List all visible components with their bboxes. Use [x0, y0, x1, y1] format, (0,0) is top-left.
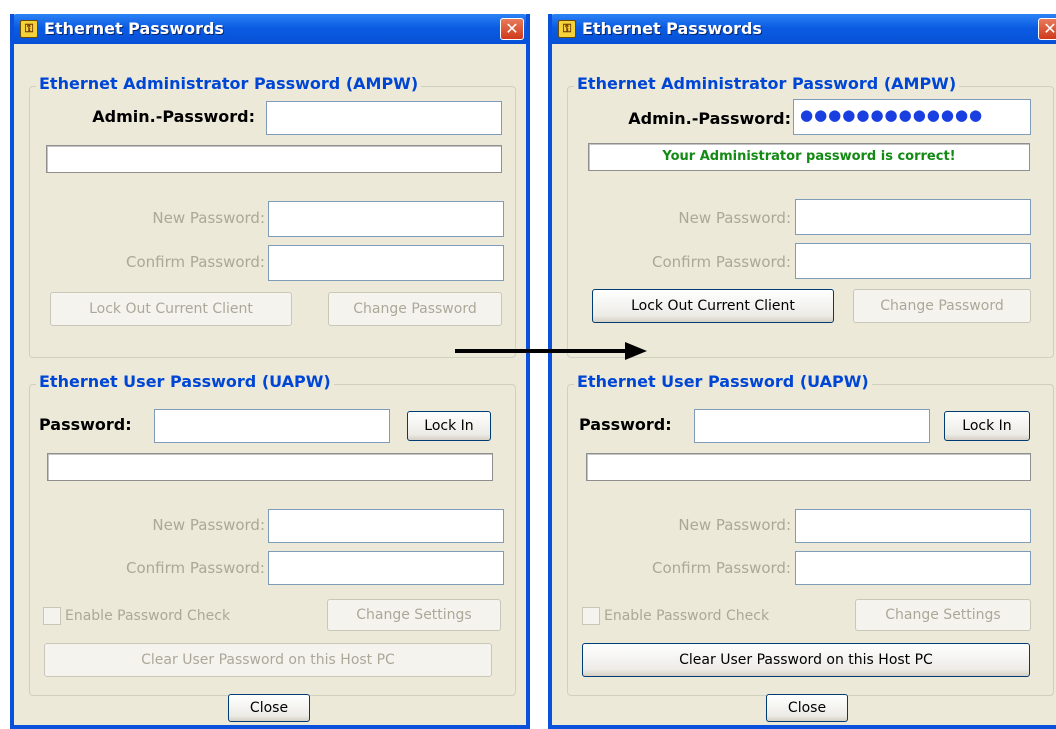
- clear-user-password-button: Clear User Password on this Host PC: [44, 643, 492, 677]
- enable-password-check-label: Enable Password Check: [65, 608, 231, 624]
- user-password-input[interactable]: [694, 409, 930, 443]
- admin-password-input[interactable]: ●●●●●●●●●●●●●: [793, 99, 1031, 135]
- user-password-group: Ethernet User Password (UAPW) Password: …: [567, 372, 1054, 696]
- user-password-label: Password:: [579, 415, 672, 434]
- title-bar[interactable]: ⚿ Ethernet Passwords ✕: [552, 14, 1056, 44]
- user-confirm-password-input: [795, 551, 1031, 585]
- user-status-field: [47, 453, 493, 481]
- enable-password-check-checkbox: [43, 607, 61, 625]
- lock-out-current-client-button[interactable]: Lock Out Current Client: [592, 289, 834, 323]
- change-settings-button: Change Settings: [327, 599, 501, 631]
- window-title: Ethernet Passwords: [44, 19, 224, 38]
- device-app-icon: ⚿: [558, 20, 576, 38]
- user-status-field: [586, 453, 1031, 481]
- admin-new-password-input: [268, 201, 504, 237]
- admin-confirm-password-input: [795, 243, 1031, 279]
- admin-confirm-password-label: Confirm Password:: [651, 253, 791, 271]
- admin-password-label: Admin.-Password:: [92, 107, 255, 126]
- window-title: Ethernet Passwords: [582, 19, 762, 38]
- user-new-password-label: New Password:: [678, 516, 791, 534]
- change-settings-button: Change Settings: [855, 599, 1031, 631]
- close-button[interactable]: Close: [228, 694, 310, 722]
- transition-arrow-line: [455, 349, 627, 353]
- ethernet-passwords-window-after: ⚿ Ethernet Passwords ✕ Ethernet Administ…: [548, 14, 1056, 729]
- transition-arrow-head-icon: [625, 342, 647, 360]
- admin-password-input[interactable]: [266, 101, 502, 135]
- user-new-password-input: [795, 509, 1031, 543]
- admin-confirm-password-input: [268, 245, 504, 281]
- admin-group-title: Ethernet Administrator Password (AMPW): [36, 74, 422, 93]
- admin-password-label: Admin.-Password:: [628, 109, 791, 128]
- enable-password-check-label: Enable Password Check: [604, 608, 770, 624]
- lock-out-current-client-button: Lock Out Current Client: [50, 292, 292, 326]
- enable-password-check-checkbox: [582, 607, 600, 625]
- title-bar[interactable]: ⚿ Ethernet Passwords ✕: [14, 14, 526, 44]
- change-password-button: Change Password: [853, 289, 1031, 323]
- admin-group-title: Ethernet Administrator Password (AMPW): [574, 74, 960, 93]
- admin-new-password-label: New Password:: [152, 209, 265, 227]
- admin-password-group: Ethernet Administrator Password (AMPW) A…: [29, 74, 516, 358]
- close-icon[interactable]: ✕: [500, 18, 524, 40]
- admin-status-field: Your Administrator password is correct!: [588, 143, 1030, 171]
- user-group-title: Ethernet User Password (UAPW): [36, 372, 334, 391]
- admin-new-password-label: New Password:: [678, 209, 791, 227]
- clear-user-password-button[interactable]: Clear User Password on this Host PC: [582, 643, 1030, 677]
- user-confirm-password-label: Confirm Password:: [651, 559, 791, 577]
- lock-in-button[interactable]: Lock In: [944, 411, 1030, 441]
- user-confirm-password-label: Confirm Password:: [125, 559, 265, 577]
- user-password-group: Ethernet User Password (UAPW) Password: …: [29, 372, 516, 696]
- user-new-password-label: New Password:: [152, 516, 265, 534]
- admin-confirm-password-label: Confirm Password:: [125, 253, 265, 271]
- user-confirm-password-input: [268, 551, 504, 585]
- admin-new-password-input: [795, 199, 1031, 235]
- close-icon[interactable]: ✕: [1038, 18, 1056, 40]
- user-password-label: Password:: [39, 415, 132, 434]
- user-new-password-input: [268, 509, 504, 543]
- admin-password-group: Ethernet Administrator Password (AMPW) A…: [567, 74, 1054, 358]
- lock-in-button[interactable]: Lock In: [407, 411, 491, 441]
- user-group-title: Ethernet User Password (UAPW): [574, 372, 872, 391]
- device-app-icon: ⚿: [20, 20, 38, 38]
- close-button[interactable]: Close: [766, 694, 848, 722]
- change-password-button: Change Password: [328, 292, 502, 326]
- ethernet-passwords-window-before: ⚿ Ethernet Passwords ✕ Ethernet Administ…: [10, 14, 530, 729]
- user-password-input[interactable]: [154, 409, 390, 443]
- admin-status-field: [46, 145, 502, 173]
